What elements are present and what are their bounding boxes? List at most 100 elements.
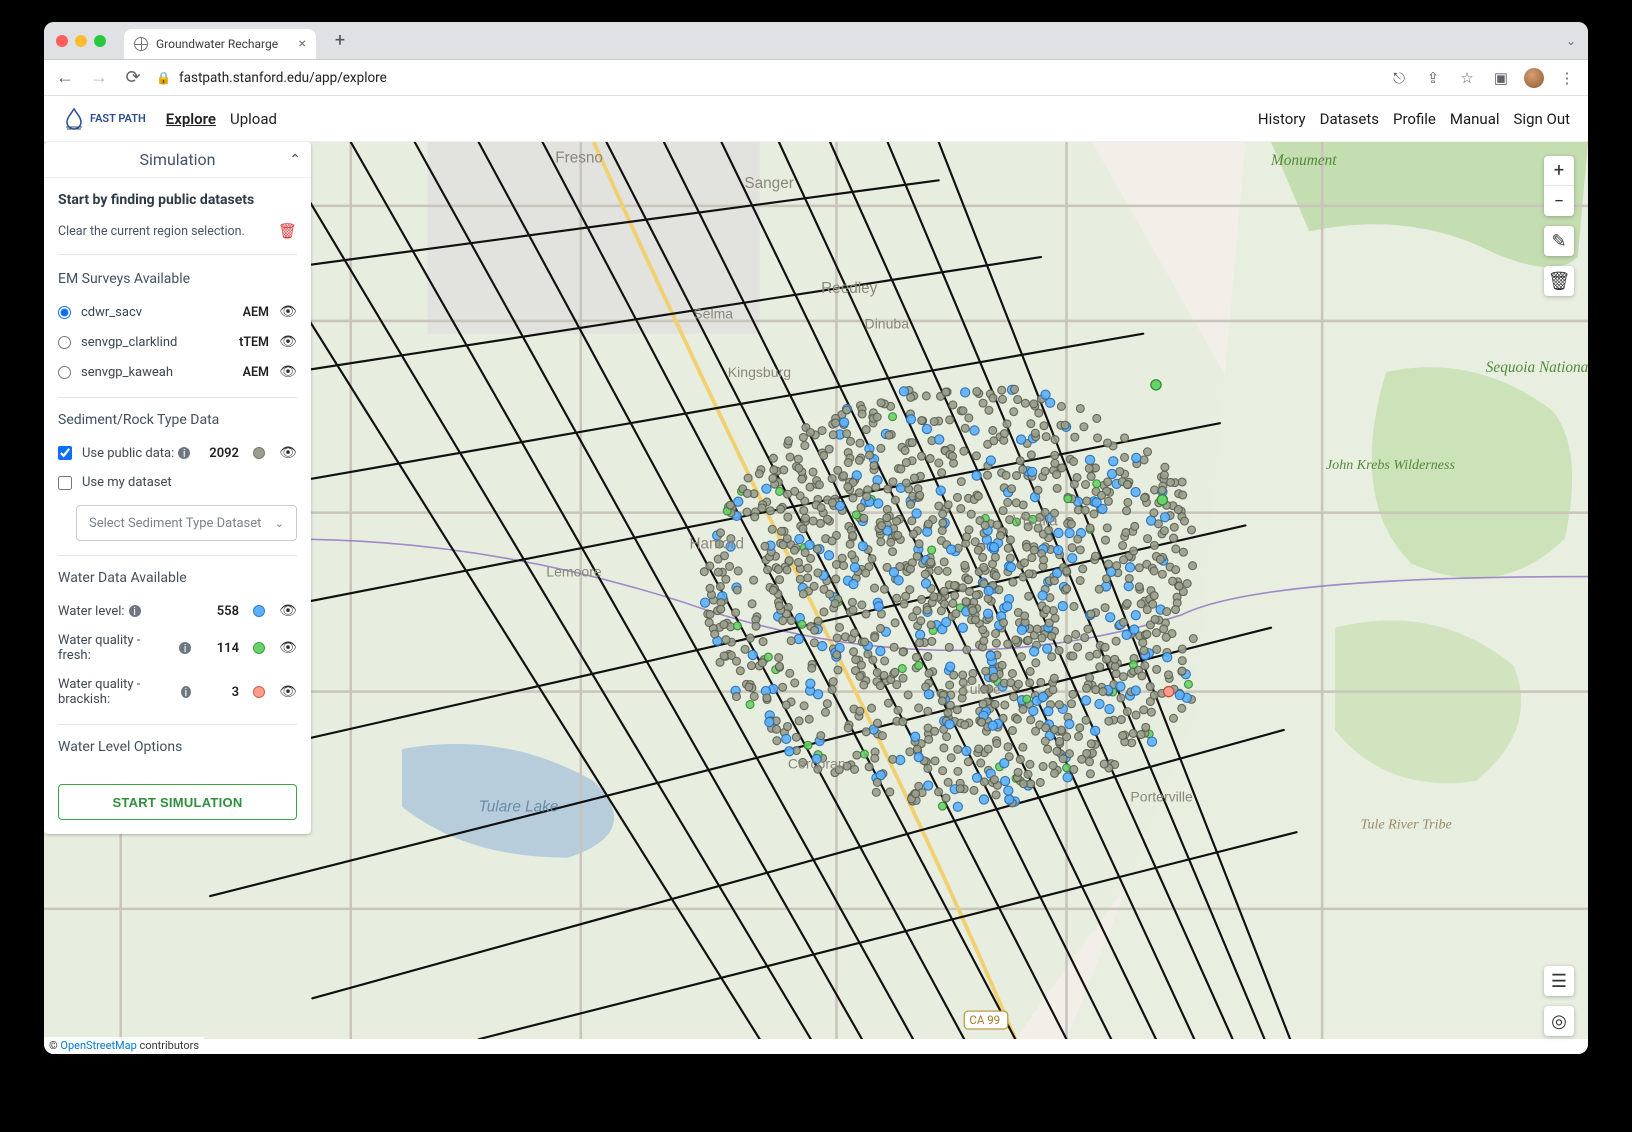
back-button[interactable]: ← [54, 67, 76, 88]
reload-button[interactable]: ⟳ [122, 67, 144, 88]
water-level-label: Water level: i [58, 604, 191, 619]
survey-tag: AEM [225, 305, 269, 320]
eye-icon[interactable]: 👁 [279, 304, 297, 320]
info-icon[interactable]: i [129, 605, 141, 617]
public-data-label: Use public data: i [82, 446, 191, 461]
svg-text:Lemoore: Lemoore [546, 564, 602, 580]
eye-icon[interactable]: 👁 [279, 684, 297, 700]
app-viewport: FAST PATH Explore Upload History Dataset… [44, 96, 1588, 1054]
info-icon[interactable]: i [178, 447, 190, 459]
water-brackish-row: Water quality - brackish: i 3 👁 [58, 670, 297, 714]
em-section-title: EM Surveys Available [58, 271, 297, 287]
public-data-checkbox[interactable] [58, 446, 72, 460]
brand-logo[interactable]: FAST PATH [62, 107, 146, 131]
url-text: fastpath.stanford.edu/app/explore [179, 70, 387, 86]
nav-upload[interactable]: Upload [230, 110, 277, 128]
eye-icon[interactable]: 👁 [279, 445, 297, 461]
globe-icon [134, 37, 148, 51]
survey-name: senvgp_kaweah [81, 365, 215, 380]
eye-icon[interactable]: 👁 [279, 640, 297, 656]
water-fresh-row: Water quality - fresh: i 114 👁 [58, 626, 297, 670]
map-control-stack: + − ✎ 🗑 [1544, 156, 1574, 296]
survey-radio[interactable] [58, 306, 71, 319]
right-nav: History Datasets Profile Manual Sign Out [1258, 110, 1570, 128]
svg-text:Fresno: Fresno [555, 149, 603, 166]
svg-text:Tulare: Tulare [962, 681, 1001, 697]
panel-header[interactable]: Simulation ⌃ [44, 142, 311, 178]
close-window[interactable] [56, 35, 68, 47]
nav-history[interactable]: History [1258, 110, 1306, 128]
legend-dot-grey [253, 447, 265, 459]
wl-options-title: Water Level Options [58, 739, 297, 755]
delete-shape-button[interactable]: 🗑 [1544, 266, 1574, 296]
address-field[interactable]: 🔒 fastpath.stanford.edu/app/explore [156, 70, 387, 86]
clear-region-row: Clear the current region selection. 🗑 [58, 222, 297, 255]
nav-manual[interactable]: Manual [1450, 110, 1500, 128]
info-icon[interactable]: i [179, 642, 191, 654]
survey-radio[interactable] [58, 336, 71, 349]
svg-text:CA 99: CA 99 [969, 1013, 1000, 1027]
info-icon[interactable]: i [181, 686, 191, 698]
lock-icon: 🔒 [156, 71, 171, 85]
map-attribution: © OpenStreetMap contributors [44, 1037, 204, 1054]
nav-profile[interactable]: Profile [1393, 110, 1436, 128]
nav-datasets[interactable]: Datasets [1320, 110, 1379, 128]
instruction-text: Start by finding public datasets [58, 192, 297, 208]
eye-icon[interactable]: 👁 [279, 334, 297, 350]
close-tab-icon[interactable]: × [299, 36, 306, 52]
minimize-window[interactable] [75, 35, 87, 47]
share-icon[interactable]: ⎋ [1388, 69, 1410, 87]
eye-icon[interactable]: 👁 [279, 364, 297, 380]
water-level-row: Water level: i 558 👁 [58, 596, 297, 626]
select-placeholder: Select Sediment Type Dataset [89, 516, 261, 531]
profile-avatar[interactable] [1524, 68, 1544, 88]
nav-signout[interactable]: Sign Out [1514, 110, 1570, 128]
draw-group: ✎ [1544, 226, 1574, 256]
zoom-out-button[interactable]: − [1544, 186, 1574, 216]
star-icon[interactable]: ☆ [1456, 69, 1478, 87]
survey-radio[interactable] [58, 366, 71, 379]
start-simulation-button[interactable]: START SIMULATION [58, 784, 297, 820]
nav-explore[interactable]: Explore [166, 110, 216, 128]
delete-group: 🗑 [1544, 266, 1574, 296]
svg-text:Visalia: Visalia [1013, 512, 1058, 529]
survey-name: cdwr_sacv [81, 305, 215, 320]
trash-icon[interactable]: 🗑 [278, 222, 297, 240]
simulation-panel: Simulation ⌃ Start by finding public dat… [44, 142, 311, 834]
draw-polygon-button[interactable]: ✎ [1544, 226, 1574, 256]
layers-button[interactable]: ☰ [1544, 966, 1574, 996]
dataset-select[interactable]: Select Sediment Type Dataset ⌄ [76, 505, 297, 541]
panel-title: Simulation [140, 150, 216, 169]
my-dataset-checkbox[interactable] [58, 476, 72, 490]
svg-text:Kingsburg: Kingsburg [728, 364, 791, 380]
main-nav: Explore Upload [166, 110, 277, 128]
titlebar: Groundwater Recharge × + ⌄ [44, 22, 1588, 60]
window-controls [56, 35, 106, 47]
forward-button[interactable]: → [88, 67, 110, 88]
svg-text:Hanford: Hanford [689, 535, 744, 552]
maximize-window[interactable] [94, 35, 106, 47]
chevron-down-icon: ⌄ [275, 517, 284, 530]
extensions-icon[interactable]: ▣ [1490, 69, 1512, 87]
browser-tab[interactable]: Groundwater Recharge × [124, 29, 316, 59]
legend-dot-red [253, 686, 265, 698]
zoom-in-button[interactable]: + [1544, 156, 1574, 186]
svg-text:Tule River Tribe: Tule River Tribe [1360, 816, 1451, 832]
svg-text:Tulare Lake: Tulare Lake [479, 799, 559, 816]
svg-text:Dinuba: Dinuba [865, 316, 910, 332]
my-dataset-label: Use my dataset [82, 475, 297, 490]
new-tab-button[interactable]: + [326, 27, 354, 55]
public-data-row: Use public data: i 2092 👁 [58, 438, 297, 468]
svg-text:Sanger: Sanger [744, 175, 793, 192]
tab-list-chevron-icon[interactable]: ⌄ [1566, 34, 1576, 48]
locate-button[interactable]: ◎ [1544, 1006, 1574, 1036]
osm-link[interactable]: OpenStreetMap [60, 1039, 136, 1052]
eye-icon[interactable]: 👁 [279, 603, 297, 619]
chevron-up-icon[interactable]: ⌃ [289, 152, 301, 168]
menu-icon[interactable]: ⋮ [1556, 69, 1578, 87]
zoom-group: + − [1544, 156, 1574, 216]
svg-text:John Krebs Wilderness: John Krebs Wilderness [1326, 457, 1456, 473]
svg-text:Monument: Monument [1270, 152, 1337, 169]
upload-icon[interactable]: ⇪ [1422, 69, 1444, 87]
tab-title: Groundwater Recharge [156, 37, 278, 51]
